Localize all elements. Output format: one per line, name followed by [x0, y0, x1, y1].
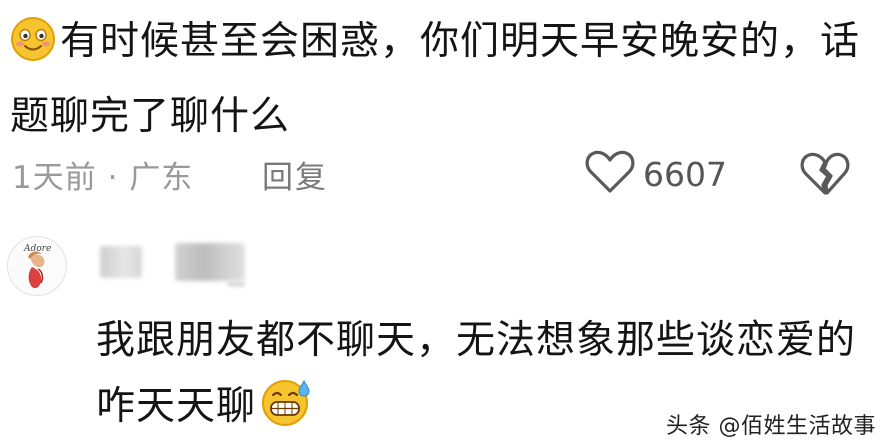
grinning-sweat-emoji-icon: [260, 377, 312, 448]
username-redacted: [227, 281, 245, 287]
username-redacted: [175, 243, 245, 281]
like-button[interactable]: 6607: [585, 150, 727, 198]
reply-button[interactable]: 回复: [262, 152, 328, 197]
comment-location: 广东: [129, 160, 194, 196]
meta-separator: ·: [107, 160, 119, 196]
heart-icon: [585, 150, 635, 198]
avatar[interactable]: Adore: [7, 236, 67, 296]
username-redacted: [100, 246, 142, 278]
watermark: 头条 @佰姓生活故事: [666, 414, 876, 439]
comment-text: 有时候甚至会困惑，你们明天早安晚安的，话题聊完了聊什么: [10, 8, 870, 150]
comment-time: 1天前: [12, 160, 97, 196]
comment-meta: 1天前 · 广东: [12, 152, 193, 197]
smiling-face-emoji-icon: [10, 16, 56, 83]
like-count: 6607: [643, 154, 727, 194]
broken-heart-icon: [800, 152, 850, 201]
comment-body: 有时候甚至会困惑，你们明天早安晚安的，话题聊完了聊什么: [10, 19, 861, 139]
dislike-button[interactable]: [800, 151, 850, 201]
